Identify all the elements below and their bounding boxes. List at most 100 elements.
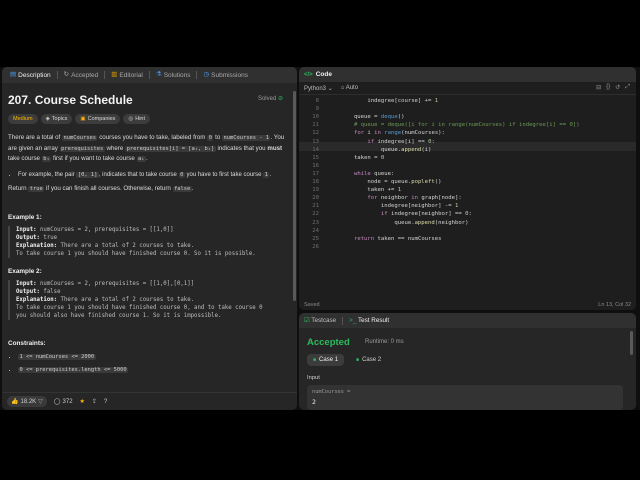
auto-mode-toggle[interactable]: ⌂ Auto [341,85,358,91]
code-line: queue.append(neighbor) [327,219,469,226]
line-number: 15 [312,154,319,161]
braces-icon[interactable]: {} [606,84,610,91]
example-input: Input: numCourses = 2, prerequisites = [… [16,226,286,234]
result-scrollbar[interactable] [630,331,633,355]
tab-divider [56,71,58,79]
tab-label: Editorial [119,71,143,79]
help-icon[interactable]: ? [104,399,107,405]
tab-label: Test Result [357,317,390,324]
inline-code: [0, 1] [76,171,99,178]
code-line: return taken == numCourses [353,235,442,242]
language-select[interactable]: Python3 ⌄ [304,85,333,92]
history-icon: ↻ [63,70,70,78]
list-item: 1 <= numCourses <= 2000 [18,354,286,360]
pass-dot-icon: ■ [356,357,360,363]
problem-tags: Medium ◈ Topics ▣ Companies ◎ Hint [8,114,286,124]
text: . [269,171,272,178]
thumbs-down-icon: ▽ [38,399,43,405]
text: courses you have to take, labeled from [97,134,208,141]
reset-icon[interactable]: ↺ [615,84,620,91]
flask-icon: ⚗ [155,70,162,78]
thumbs-up-icon: 👍 [11,399,19,405]
code-line: if indegree[neighbor] == 0: [380,211,472,218]
line-number: 13 [312,138,319,145]
text: first if you want to take course [51,155,137,162]
inline-code: 0 <= prerequisites.length <= 5000 [18,367,129,373]
tab-description[interactable]: ▤ Description [6,67,55,83]
doc-icon: ▤ [10,70,17,78]
code-line: queue.append(i) [327,146,432,153]
example-explanation: Explanation: There are a total of 2 cour… [16,296,286,304]
constraints-list: 1 <= numCourses <= 2000 0 <= prerequisit… [18,354,286,373]
editor-status-bar: Saved Ln 13, Col 32 [299,299,636,310]
hint-tag[interactable]: ◎ Hint [123,114,151,124]
description-bullets: For example, the pair [0, 1], indicates … [18,171,286,178]
difficulty-badge: Medium [8,114,38,124]
description-footer: 👍 18.2K ▽ ◯ 372 ★ ⇪ ? [2,392,297,410]
list-item: 0 <= prerequisites.length <= 5000 [18,367,286,373]
constraints-heading: Constraints: [8,340,46,347]
case-1-tab[interactable]: ■ Case 1 [307,354,345,366]
book-icon: ▥ [111,70,118,78]
tab-label: Accepted [71,71,99,79]
editor-toolbar: Python3 ⌄ ⌂ Auto ⊟ {} ↺ ⤢ [299,82,636,95]
tab-label: Solutions [163,71,191,79]
example-output: Output: false [16,288,286,296]
tag-label: Hint [135,116,146,122]
pass-dot-icon: ■ [313,357,317,363]
companies-tag[interactable]: ▣ Companies [75,114,121,124]
line-number: 17 [312,170,319,177]
example-2-heading: Example 2: [8,268,42,275]
line-number: 16 [312,162,319,169]
inline-code: prerequisites [59,145,105,152]
case-2-tab[interactable]: ■ Case 2 [350,354,387,366]
tab-submissions[interactable]: ◷ Submissions [199,67,252,83]
label: Input: [16,281,37,287]
code-editor[interactable]: 8 indegree[course] += 1 9 10 queue = deque… [299,96,636,296]
example-1-heading: Example 1: [8,214,42,221]
input-variable-name: numCourses = [312,389,351,395]
tab-accepted[interactable]: ↻ Accepted [60,67,103,83]
line-number: 18 [312,179,319,185]
code-tab-label[interactable]: Code [316,71,332,78]
emphasis: must [267,144,283,152]
mode-label: Auto [345,85,359,91]
bookmark-icon[interactable]: ⊟ [596,84,601,91]
line-number: 11 [312,122,319,129]
tab-solutions[interactable]: ⚗ Solutions [152,67,195,83]
language-value: Python3 [304,85,327,92]
tab-editorial[interactable]: ▥ Editorial [107,67,147,83]
description-panel: ▤ Description ↻ Accepted ▥ Editorial ⚗ S… [2,67,297,410]
tab-testcase[interactable]: ☑ Testcase [304,317,336,324]
code-line: for i in range(numCourses): [353,130,445,137]
topics-tag[interactable]: ◈ Topics [40,114,73,124]
expand-icon[interactable]: ⤢ [625,84,630,91]
tab-divider [196,71,198,79]
explanation-line: you should also have finished course 1. … [16,313,222,319]
label: Explanation: [16,243,58,249]
code-panel: </> Code Python3 ⌄ ⌂ Auto ⊟ {} ↺ ⤢ 8 ind… [299,67,636,310]
code-line: for neighbor in graph[node]: [367,195,462,202]
problem-title[interactable]: 207. Course Schedule [8,93,286,107]
comment-button[interactable]: ◯ 372 [53,398,73,406]
tab-test-result[interactable]: >_ Test Result [349,317,389,324]
line-number: 19 [312,187,319,194]
input-value-box: numCourses = 2 [307,385,623,410]
label: Output: [16,235,40,241]
like-button[interactable]: 👍 18.2K ▽ [7,396,47,407]
inline-code: false [172,185,192,192]
tag-icon: ◈ [45,116,50,122]
result-tab-bar: ☑ Testcase >_ Test Result [299,313,636,328]
comment-icon: ◯ [53,399,61,405]
line-number: 12 [312,130,319,137]
share-icon[interactable]: ⇪ [92,398,97,405]
star-icon[interactable]: ★ [80,398,85,405]
description-scrollbar[interactable] [293,91,296,301]
example-1-box: Input: numCourses = 2, prerequisites = [… [8,226,286,258]
code-line: indegree[neighbor] -= 1 [327,203,459,210]
inline-code: prerequisites[i] = [aᵢ, bᵢ] [125,145,216,152]
label: Explanation: [16,297,58,303]
code-line: taken += 1 [327,187,402,194]
example-input: Input: numCourses = 2, prerequisites = [… [16,280,286,288]
text: Return [8,184,29,192]
